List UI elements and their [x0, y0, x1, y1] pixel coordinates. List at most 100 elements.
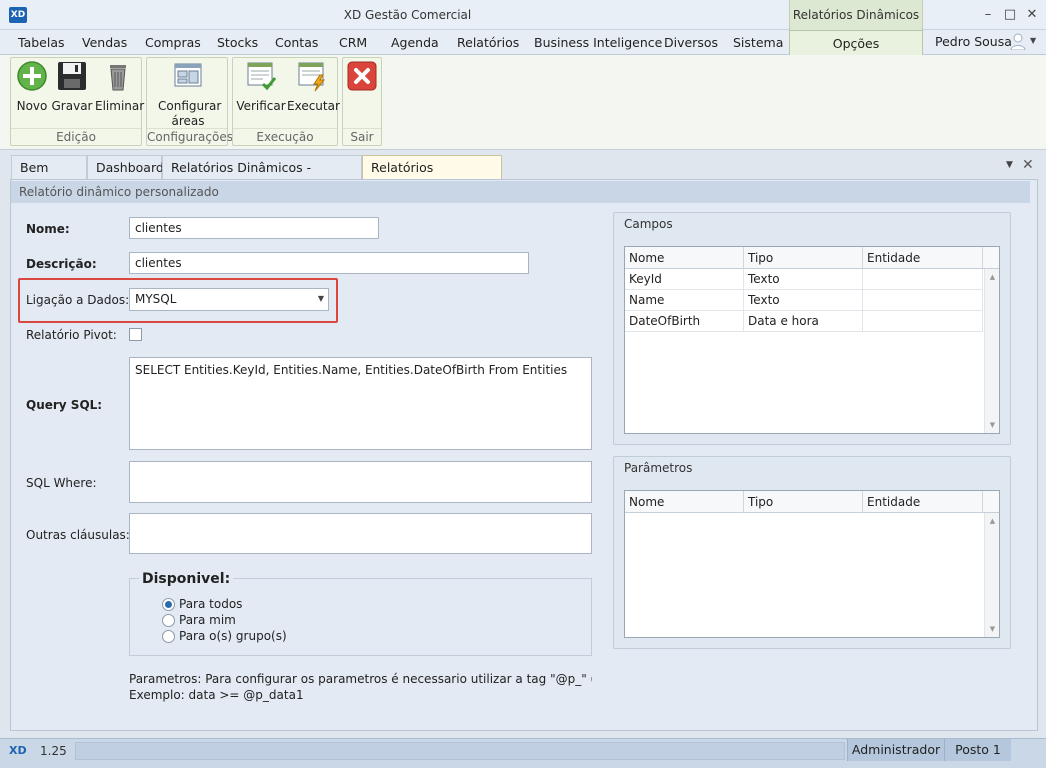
verificar-button[interactable]: Verificar [236, 60, 286, 114]
cell-tipo: Texto [744, 269, 863, 290]
scroll-up-icon[interactable]: ▲ [985, 273, 1000, 281]
menu-crm[interactable]: CRM [339, 30, 367, 55]
radio-para-grupos[interactable] [162, 630, 175, 643]
sql-where-textarea[interactable] [129, 461, 592, 503]
cell-nome: DateOfBirth [625, 311, 744, 332]
menu-agenda[interactable]: Agenda [391, 30, 439, 55]
radio-para-todos[interactable] [162, 598, 175, 611]
eliminar-button[interactable]: Eliminar [95, 60, 145, 114]
tab-label: Dashboard [96, 160, 164, 175]
outras-clausulas-textarea[interactable] [129, 513, 592, 554]
disponivel-title: Disponivel: [139, 571, 234, 587]
ribbon-group-execucao: Verificar Executar Execução [232, 57, 340, 146]
pivot-checkbox[interactable] [129, 328, 142, 341]
cell-nome: Name [625, 290, 744, 311]
user-icon[interactable] [1010, 33, 1026, 50]
column-header-tipo[interactable]: Tipo [744, 247, 863, 269]
ligacao-value: MYSQL [135, 292, 177, 306]
check-document-icon [247, 62, 277, 91]
parametros-scrollbar[interactable]: ▲ ▼ [984, 513, 999, 637]
novo-label: Novo [16, 99, 48, 113]
where-label: SQL Where: [26, 476, 97, 490]
table-row[interactable]: KeyId Texto [625, 269, 983, 290]
tab-dashboard[interactable]: Dashboard [87, 155, 164, 179]
scroll-down-icon[interactable]: ▼ [985, 625, 1000, 633]
executar-label: Executar [287, 99, 340, 113]
context-tab-group-title: Relatórios Dinâmicos [789, 0, 923, 30]
query-label: Query SQL: [26, 398, 103, 412]
parametros-hint: Parametros: Para configurar os parametro… [129, 672, 592, 686]
table-row[interactable]: DateOfBirth Data e hora [625, 311, 983, 332]
ligacao-label: Ligação a Dados: [26, 293, 130, 307]
parametros-grid-header: Nome Tipo Entidade [625, 491, 999, 513]
menu-tabelas[interactable]: Tabelas [18, 30, 65, 55]
ribbon-group-sair: Sair [342, 57, 382, 146]
gravar-label: Gravar [51, 99, 93, 113]
add-circle-icon [17, 61, 47, 91]
executar-button[interactable]: Executar [287, 60, 340, 114]
ribbon-group-configuracoes: Configurar áreas Configurações [146, 57, 233, 146]
trash-bin-icon [110, 65, 126, 91]
tab-bem-vindo[interactable]: Bem vindo [11, 155, 87, 198]
column-header-entidade[interactable]: Entidade [863, 247, 983, 269]
parametros-grid[interactable]: Nome Tipo Entidade ▲ ▼ [624, 490, 1000, 638]
layout-config-icon [174, 63, 202, 87]
descricao-input[interactable]: clientes [129, 252, 529, 274]
configurar-areas-button[interactable]: Configurar áreas [151, 60, 225, 129]
ribbon-group-label-edicao: Edição [11, 128, 141, 145]
parametros-title: Parâmetros [624, 461, 693, 475]
user-name[interactable]: Pedro Sousa [935, 34, 1012, 49]
campos-grid[interactable]: Nome Tipo Entidade KeyId Texto Name Text… [624, 246, 1000, 434]
verificar-label: Verificar [236, 99, 286, 113]
menu-diversos[interactable]: Diversos [664, 30, 718, 55]
chevron-down-icon: ▼ [317, 294, 324, 303]
campos-scrollbar[interactable]: ▲ ▼ [984, 269, 999, 433]
ligacao-dados-select[interactable]: MYSQL ▼ [129, 288, 329, 311]
campos-grid-header: Nome Tipo Entidade [625, 247, 999, 269]
cell-nome: KeyId [625, 269, 744, 290]
close-window-button[interactable]: ✕ [1022, 6, 1042, 24]
menu-compras[interactable]: Compras [145, 30, 201, 55]
menu-business-inteligence[interactable]: Business Inteligence [534, 30, 662, 55]
cell-entidade [863, 269, 983, 290]
scroll-down-icon[interactable]: ▼ [985, 421, 1000, 429]
panel-header: Relatório dinâmico personalizado [11, 181, 1030, 203]
radio-label-para-grupos: Para o(s) grupo(s) [179, 629, 287, 643]
column-header-nome[interactable]: Nome [625, 491, 744, 513]
exit-x-icon [347, 61, 377, 91]
minimize-button[interactable]: – [978, 6, 998, 24]
menu-contas[interactable]: Contas [275, 30, 318, 55]
column-header-tipo[interactable]: Tipo [744, 491, 863, 513]
campos-title: Campos [624, 217, 673, 231]
sair-button[interactable] [346, 60, 378, 99]
menu-vendas[interactable]: Vendas [82, 30, 127, 55]
eliminar-label: Eliminar [95, 99, 145, 113]
column-header-nome[interactable]: Nome [625, 247, 744, 269]
novo-button[interactable]: Novo [13, 60, 51, 114]
tab-relatorios-dinamicos[interactable]: Relatórios Dinâmicos✕ [362, 155, 502, 198]
maximize-button[interactable]: □ [1000, 6, 1020, 24]
status-station: Posto 1 [944, 739, 1011, 761]
menu-sistema[interactable]: Sistema [733, 30, 783, 55]
ribbon-group-label-sair: Sair [343, 128, 381, 145]
query-sql-textarea[interactable]: SELECT Entities.KeyId, Entities.Name, En… [129, 357, 592, 450]
tabs-dropdown-chevron-down-icon[interactable]: ▼ [1006, 160, 1013, 170]
nome-input[interactable]: clientes [129, 217, 379, 239]
status-user: Administrador [847, 739, 944, 761]
close-all-tabs-icon[interactable]: ✕ [1022, 157, 1034, 173]
parametros-example: Exemplo: data >= @p_data1 [129, 688, 304, 702]
gravar-button[interactable]: Gravar [51, 60, 93, 114]
cell-entidade [863, 311, 983, 332]
outras-label: Outras cláusulas: [26, 528, 130, 542]
ribbon-group-edicao: Novo Gravar Eliminar Edição [10, 57, 145, 146]
radio-para-mim[interactable] [162, 614, 175, 627]
menu-stocks[interactable]: Stocks [217, 30, 258, 55]
scroll-up-icon[interactable]: ▲ [985, 517, 1000, 525]
tab-relatorios-listagem[interactable]: Relatórios Dinâmicos - Listagem✕ [162, 155, 362, 198]
user-menu-chevron-down-icon[interactable]: ▼ [1030, 36, 1036, 45]
table-row[interactable]: Name Texto [625, 290, 983, 311]
column-header-entidade[interactable]: Entidade [863, 491, 983, 513]
menu-relatorios[interactable]: Relatórios [457, 30, 519, 55]
tab-opcoes[interactable]: Opções [789, 30, 923, 56]
configurar-areas-label: Configurar áreas [158, 99, 222, 128]
